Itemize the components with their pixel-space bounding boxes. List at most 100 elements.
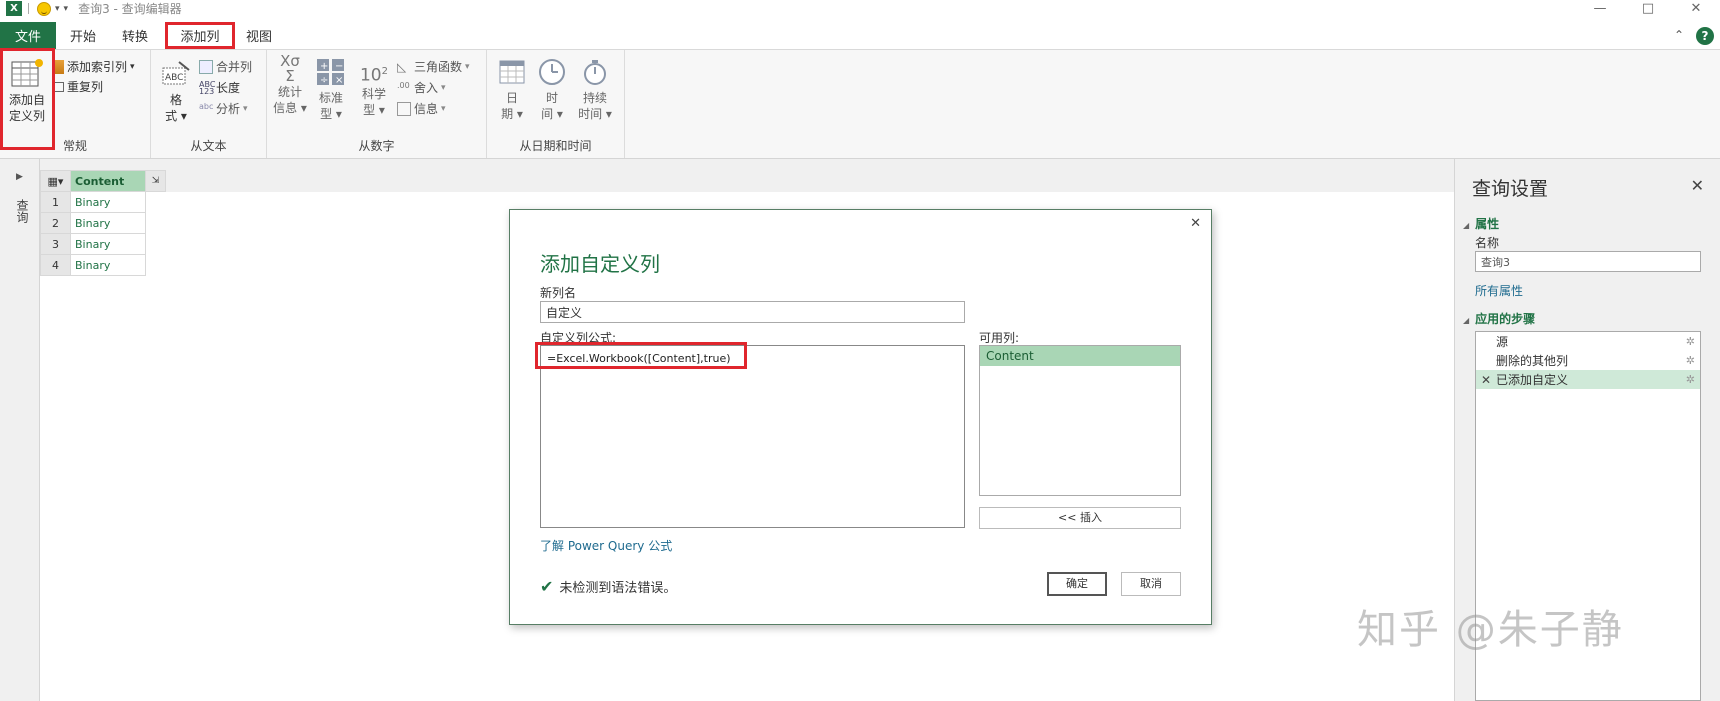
- format-button[interactable]: ABC 格 式 ▾: [159, 58, 193, 124]
- length-button[interactable]: ABC 123 长度: [199, 79, 240, 96]
- dropdown-icon: ▾: [441, 103, 446, 114]
- queries-pane[interactable]: ▶ 查询: [0, 159, 40, 701]
- duration-label-line2: 时间 ▾: [578, 107, 612, 121]
- index-column-icon: [54, 59, 64, 74]
- time-button[interactable]: 时 间 ▾: [535, 58, 569, 122]
- ribbon-group-from-text: ABC 格 式 ▾ 合并列 ABC 123 长度 abc 分析 ▾ 从文本: [151, 50, 267, 158]
- all-properties-link[interactable]: 所有属性: [1475, 282, 1523, 299]
- ribbon-group-from-number: Χσ Σ 统计 信息 ▾ + − ÷ × 标准 型 ▾ 102 科学 型 ▾ ◺ 三角…: [267, 50, 487, 158]
- tab-home[interactable]: 开始: [56, 22, 110, 49]
- new-column-name-input[interactable]: 自定义: [540, 301, 965, 323]
- close-window-button[interactable]: ✕: [1672, 0, 1720, 17]
- scientific-button[interactable]: 102 科学 型 ▾: [357, 58, 391, 118]
- close-pane-icon[interactable]: ✕: [1691, 176, 1704, 195]
- dialog-title: 添加自定义列: [540, 252, 660, 276]
- table-row[interactable]: 1 Binary: [40, 191, 166, 213]
- number-information-button[interactable]: 信息 ▾: [397, 100, 446, 117]
- help-icon[interactable]: ?: [1696, 27, 1714, 45]
- collapse-ribbon-icon[interactable]: ⌃: [1674, 28, 1684, 42]
- duration-label-line1: 持续: [582, 91, 607, 105]
- row-number: 1: [40, 191, 71, 213]
- expand-arrow-icon[interactable]: ▶: [16, 172, 23, 182]
- tab-file[interactable]: 文件: [0, 22, 56, 49]
- window-controls: — □ ✕: [1576, 0, 1720, 17]
- merge-columns-button[interactable]: 合并列: [199, 58, 252, 75]
- time-label-line1: 时: [545, 91, 558, 105]
- excel-icon[interactable]: X: [6, 1, 22, 16]
- query-name-input[interactable]: 查询3: [1475, 251, 1701, 272]
- parse-icon: abc: [199, 101, 214, 111]
- available-columns-list: Content: [979, 345, 1181, 496]
- ok-button[interactable]: 确定: [1047, 572, 1107, 596]
- properties-section[interactable]: ◢ 属性: [1463, 215, 1499, 232]
- applied-step[interactable]: 删除的其他列 ✲: [1476, 351, 1700, 370]
- duplicate-column-button[interactable]: 重复列: [54, 78, 103, 95]
- table-row[interactable]: 4 Binary: [40, 254, 166, 276]
- calendar-icon: [499, 60, 525, 84]
- standard-icon: + − ÷ ×: [317, 59, 344, 86]
- formula-editor[interactable]: =Excel.Workbook([Content],true): [540, 345, 965, 528]
- cell-binary[interactable]: Binary: [70, 233, 146, 255]
- tab-transform[interactable]: 转换: [110, 22, 160, 49]
- statistics-button[interactable]: Χσ Σ 统计 信息 ▾: [273, 54, 307, 116]
- statistics-icon: Χσ Σ: [280, 52, 300, 85]
- clock-icon: [539, 59, 565, 85]
- restore-button[interactable]: □: [1624, 0, 1672, 17]
- available-column-item[interactable]: Content: [980, 346, 1180, 366]
- cell-binary[interactable]: Binary: [70, 191, 146, 213]
- applied-steps-section[interactable]: ◢ 应用的步骤: [1463, 310, 1535, 327]
- column-header-content[interactable]: Content: [70, 170, 146, 192]
- gear-icon[interactable]: ✲: [1686, 354, 1695, 367]
- standard-button[interactable]: + − ÷ × 标准 型 ▾: [314, 58, 348, 122]
- table-row[interactable]: 2 Binary: [40, 212, 166, 234]
- applied-step[interactable]: 源 ✲: [1476, 332, 1700, 351]
- step-label: 删除的其他列: [1496, 354, 1569, 368]
- dropdown-icon: ▾: [465, 61, 470, 72]
- dialog-close-icon[interactable]: ✕: [1190, 216, 1201, 231]
- gear-icon[interactable]: ✲: [1686, 335, 1695, 348]
- gear-icon[interactable]: ✲: [1686, 373, 1695, 386]
- learn-power-query-link[interactable]: 了解 Power Query 公式: [540, 537, 672, 554]
- table-menu-icon[interactable]: ▦▾: [40, 170, 71, 192]
- collapse-triangle-icon[interactable]: ◢: [1463, 221, 1469, 230]
- duration-button[interactable]: 持续 时间 ▾: [575, 58, 615, 122]
- new-column-name-label: 新列名: [540, 286, 577, 300]
- date-label-line2: 期 ▾: [501, 107, 523, 121]
- rounding-button[interactable]: .00 舍入 ▾: [397, 79, 446, 96]
- merge-columns-label: 合并列: [216, 60, 253, 74]
- date-button[interactable]: 日 期 ▾: [495, 58, 529, 122]
- table-row[interactable]: 3 Binary: [40, 233, 166, 255]
- insert-button[interactable]: << 插入: [979, 507, 1181, 529]
- smiley-feedback-icon[interactable]: [37, 1, 51, 16]
- rounding-label: 舍入: [414, 81, 439, 95]
- quick-access-dropdown-icon[interactable]: ▾: [64, 4, 69, 14]
- parse-button[interactable]: abc 分析 ▾: [199, 100, 248, 117]
- applied-step-active[interactable]: ✕ 已添加自定义 ✲: [1476, 370, 1700, 389]
- standard-label-line2: 型 ▾: [320, 107, 342, 121]
- trigonometry-label: 三角函数: [414, 60, 463, 74]
- cell-binary[interactable]: Binary: [70, 212, 146, 234]
- separator: [28, 3, 29, 14]
- available-columns-label: 可用列:: [979, 331, 1020, 345]
- add-index-column-button[interactable]: 添加索引列 ▾: [54, 58, 135, 75]
- ribbon: 添加自 定义列 添加索引列 ▾ 重复列 常规 ABC 格 式 ▾ 合并列 ABC…: [0, 48, 1720, 159]
- cancel-button[interactable]: 取消: [1121, 572, 1181, 596]
- expand-column-icon[interactable]: ⇲: [145, 170, 166, 192]
- tab-view[interactable]: 视图: [235, 22, 283, 49]
- collapse-triangle-icon[interactable]: ◢: [1463, 316, 1469, 325]
- triangle-icon: ◺: [397, 59, 407, 74]
- cell-binary[interactable]: Binary: [70, 254, 146, 276]
- dropdown-icon: ▾: [130, 61, 135, 72]
- dropdown-icon: ▾: [441, 82, 446, 93]
- minimize-button[interactable]: —: [1576, 0, 1624, 17]
- delete-step-icon[interactable]: ✕: [1481, 373, 1491, 387]
- check-icon: ✔: [540, 577, 554, 596]
- format-label-line1: 格: [169, 93, 182, 107]
- smiley-dropdown-icon[interactable]: ▾: [55, 4, 60, 14]
- group-label-from-number: 从数字: [358, 139, 395, 153]
- tab-add-column[interactable]: 添加列: [165, 22, 235, 49]
- trigonometry-button[interactable]: ◺ 三角函数 ▾: [397, 58, 470, 75]
- syntax-status: ✔ 未检测到语法错误。: [540, 577, 676, 596]
- group-label-from-datetime: 从日期和时间: [519, 139, 592, 153]
- name-label: 名称: [1475, 236, 1500, 250]
